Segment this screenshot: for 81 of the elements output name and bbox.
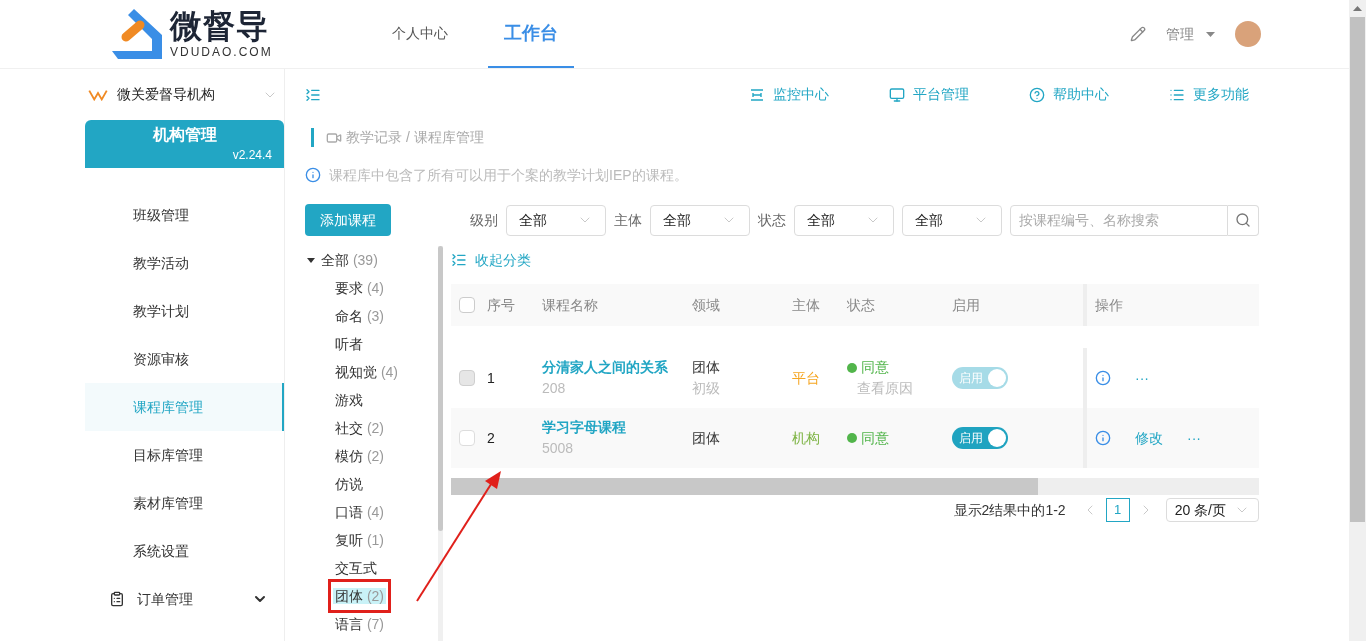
tree-item[interactable]: 听者 xyxy=(333,336,365,352)
table-cell-text: 团体 xyxy=(692,428,721,448)
collapse-icon xyxy=(451,252,467,268)
tree-item[interactable]: 要求 (4) xyxy=(333,280,386,296)
section-banner: 机构管理 v2.24.4 xyxy=(85,120,284,168)
breadcrumb: 教学记录 / 课程库管理 xyxy=(346,128,484,147)
owner-text: 机构 xyxy=(792,428,821,448)
info-icon[interactable] xyxy=(1095,430,1111,446)
sidebar-item[interactable]: 教学活动 xyxy=(85,239,284,287)
column-header: 操作 xyxy=(1094,295,1123,315)
tree-item[interactable]: 交互式 xyxy=(333,560,379,576)
search-button[interactable] xyxy=(1228,204,1259,236)
table-cell-text: 团体 xyxy=(692,358,721,377)
caret-icon xyxy=(1206,31,1215,37)
tree-item[interactable]: 游戏 xyxy=(333,392,365,408)
scrollbar-thumb[interactable] xyxy=(1350,17,1365,522)
table-cell-text: 初级 xyxy=(692,379,721,398)
org-logo-icon xyxy=(88,88,108,101)
notice-text: 课程库中包含了所有可以用于个案的教学计划IEP的课程。 xyxy=(329,165,688,185)
tree-item[interactable]: 口语 (4) xyxy=(333,504,386,520)
course-code: 208 xyxy=(542,379,567,398)
filter-select[interactable]: 全部 xyxy=(506,204,606,236)
column-header: 启用 xyxy=(952,284,1087,326)
sidebar-item[interactable]: 目标库管理 xyxy=(85,431,284,479)
info-icon[interactable] xyxy=(1095,370,1111,386)
tree-item[interactable]: 视知觉 (4) xyxy=(333,364,400,380)
sidebar-item[interactable]: 教学计划 xyxy=(85,287,284,335)
collapse-menu-icon[interactable] xyxy=(305,86,321,103)
logo-icon xyxy=(112,9,162,59)
pencil-icon[interactable] xyxy=(1130,26,1146,42)
table-cell-text: 2 xyxy=(487,428,496,448)
sidebar-group[interactable]: 订单管理 xyxy=(85,575,284,623)
tree-item[interactable]: 语言 (7) xyxy=(333,616,386,632)
filter-select[interactable]: 全部 xyxy=(902,204,1002,236)
tree-item[interactable]: 复听 (1) xyxy=(333,532,386,548)
table-cell-text: 1 xyxy=(487,368,496,388)
checkbox[interactable] xyxy=(459,297,475,313)
sidebar-item[interactable]: 系统设置 xyxy=(85,527,284,575)
panel-icon xyxy=(749,86,765,103)
owner-text: 平台 xyxy=(792,368,821,388)
tree-item[interactable]: 命名 (3) xyxy=(333,308,386,324)
page-size-select[interactable]: 20 条/页 xyxy=(1165,498,1259,522)
column-header: 课程名称 xyxy=(542,295,599,315)
tree-item[interactable]: 模仿 (2) xyxy=(333,448,386,464)
column-header: 领域 xyxy=(692,295,721,315)
search-field[interactable]: 按课程编号、名称搜索 xyxy=(1010,204,1228,236)
monitor-icon xyxy=(889,86,905,103)
sidebar-item[interactable]: 素材库管理 xyxy=(85,479,284,527)
checkbox[interactable] xyxy=(459,430,475,446)
nav-tab[interactable]: 个人中心 xyxy=(376,0,464,68)
caret-down-icon[interactable] xyxy=(307,257,315,263)
pagination-summary: 显示2结果中的1-2 xyxy=(953,500,1066,520)
column-header: 序号 xyxy=(487,295,516,315)
status-text: 同意 xyxy=(861,358,889,377)
user-menu[interactable]: 管理 xyxy=(1166,23,1215,45)
tree-item[interactable]: 全部 (39) xyxy=(321,249,378,271)
logo-subtitle: VDUDAO.COM xyxy=(170,46,273,58)
column-header: 状态 xyxy=(847,295,876,315)
filter-label: 状态 xyxy=(758,210,786,230)
filter-select[interactable]: 全部 xyxy=(650,204,750,236)
filter-label: 主体 xyxy=(614,210,642,230)
org-name[interactable]: 微关爱督导机构 xyxy=(117,84,215,105)
tree-item[interactable]: 团体 (2) xyxy=(333,588,386,604)
logo-title: 微督导 xyxy=(170,10,270,42)
filter-label: 级别 xyxy=(470,210,498,230)
info-icon xyxy=(305,167,321,183)
scrollbar-thumb[interactable] xyxy=(438,246,443,531)
tree-item[interactable]: 社交 (2) xyxy=(333,420,386,436)
search-icon xyxy=(1235,212,1251,228)
tree-item[interactable]: 仿说 xyxy=(333,476,365,492)
help-icon xyxy=(1029,86,1045,103)
filter-select[interactable]: 全部 xyxy=(794,204,894,236)
document-icon xyxy=(109,591,125,607)
course-code: 5008 xyxy=(542,439,575,458)
scrollbar-thumb[interactable] xyxy=(451,478,1038,495)
scroll-up-icon[interactable] xyxy=(1353,6,1362,11)
column-header: 主体 xyxy=(792,295,821,315)
status-text: 同意 xyxy=(861,428,889,448)
sidebar-item[interactable]: 资源审核 xyxy=(85,335,284,383)
sidebar-item[interactable]: 班级管理 xyxy=(85,191,284,239)
avatar[interactable] xyxy=(1235,21,1261,47)
